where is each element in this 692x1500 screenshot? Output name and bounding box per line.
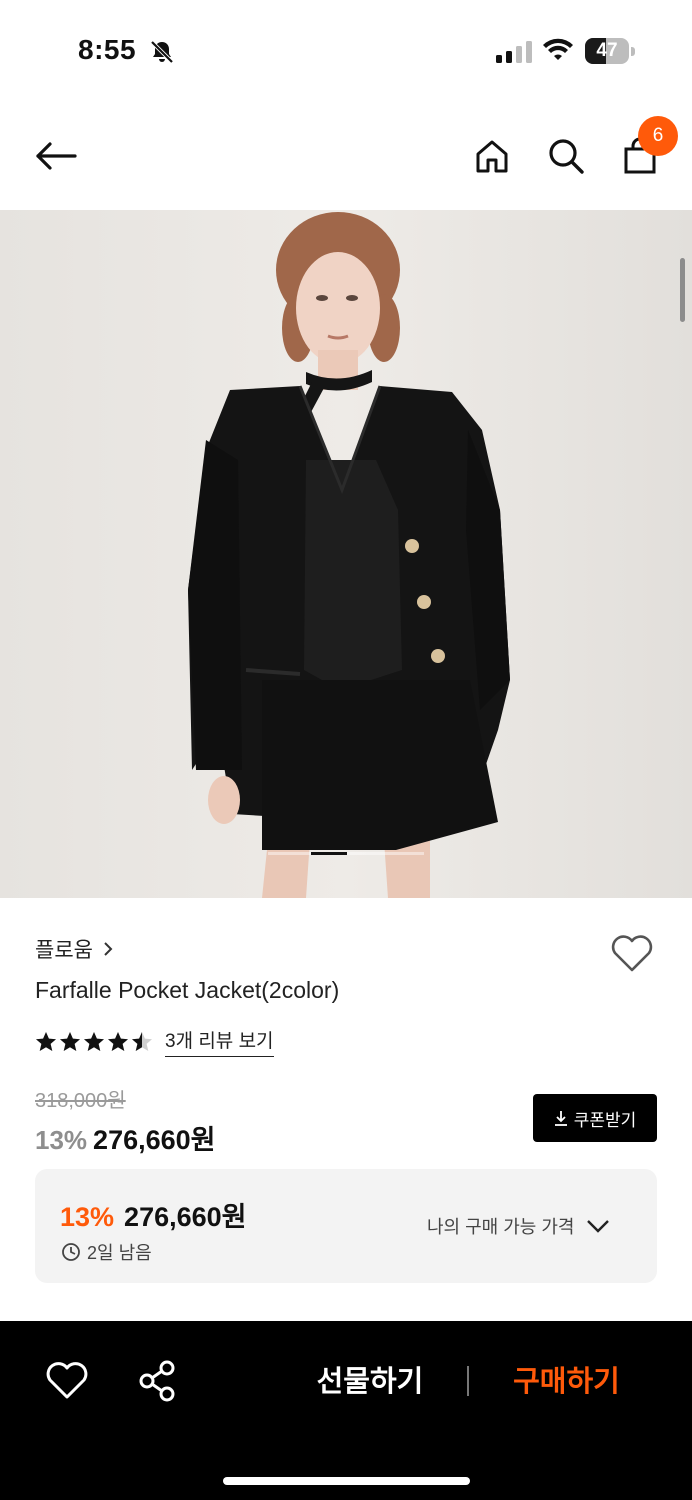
product-title: Farfalle Pocket Jacket(2color)	[35, 977, 340, 1003]
original-price: 318,000원	[35, 1090, 126, 1112]
gift-button[interactable]: 선물하기	[300, 1361, 440, 1403]
chevron-down-icon	[587, 1220, 610, 1233]
product-image[interactable]	[0, 210, 692, 898]
brand-link[interactable]: 플로움	[35, 934, 113, 964]
cellular-signal-icon	[496, 41, 532, 63]
home-button[interactable]	[468, 132, 516, 180]
review-link[interactable]: 3개 리뷰 보기	[165, 1026, 274, 1057]
page-scrollbar[interactable]	[680, 258, 685, 322]
heart-icon	[611, 935, 653, 972]
cart-count-badge: 6	[638, 116, 678, 156]
status-bar: 8:55 47	[0, 0, 692, 100]
heart-icon	[46, 1362, 88, 1399]
star-icon	[108, 1031, 128, 1051]
brand-name: 플로움	[35, 939, 93, 962]
time-left-text: 2일 남음	[87, 1243, 152, 1263]
rating-stars	[35, 1031, 153, 1053]
bottom-wishlist-button[interactable]	[44, 1359, 90, 1403]
image-pagination-indicator	[311, 852, 347, 855]
time-left: 2일 남음	[61, 1239, 152, 1265]
my-price-label: 나의 구매 가능 가격	[427, 1217, 575, 1237]
discount-rate: 13%	[35, 1125, 88, 1155]
bell-off-icon	[150, 40, 174, 64]
share-button[interactable]	[136, 1359, 180, 1403]
star-icon	[84, 1031, 104, 1051]
best-price-panel[interactable]: 13% 276,660원 2일 남음 나의 구매 가능 가격	[35, 1169, 657, 1283]
chevron-right-icon	[104, 942, 113, 956]
search-icon	[549, 139, 584, 174]
coupon-button[interactable]: 쿠폰받기	[533, 1094, 657, 1142]
download-icon	[554, 1111, 567, 1126]
best-price: 276,660원	[124, 1202, 247, 1232]
star-icon	[60, 1031, 80, 1051]
coupon-label: 쿠폰받기	[573, 1110, 637, 1130]
button-divider	[467, 1366, 469, 1396]
battery-icon: 47	[585, 38, 635, 64]
home-indicator[interactable]	[223, 1477, 470, 1485]
back-button[interactable]	[32, 132, 80, 180]
price-row: 13% 276,660원	[35, 1118, 216, 1157]
sale-price: 276,660원	[93, 1125, 216, 1155]
bottom-action-bar: 선물하기 구매하기	[0, 1321, 692, 1500]
share-icon	[139, 1360, 175, 1402]
top-nav	[0, 110, 692, 206]
status-time: 8:55	[78, 34, 137, 65]
back-arrow-icon	[36, 142, 77, 170]
best-discount-rate: 13%	[60, 1202, 115, 1232]
product-photo	[0, 210, 692, 898]
buy-button[interactable]: 구매하기	[494, 1361, 639, 1403]
star-icon	[36, 1031, 56, 1051]
clock-icon	[62, 1243, 80, 1261]
my-price-toggle[interactable]: 나의 구매 가능 가격	[427, 1213, 610, 1239]
battery-percent: 47	[596, 40, 618, 61]
wishlist-button[interactable]	[610, 934, 654, 974]
home-icon	[476, 140, 508, 173]
search-button[interactable]	[542, 132, 590, 180]
wifi-icon	[543, 38, 573, 60]
star-icon	[132, 1031, 152, 1051]
best-price-row: 13% 276,660원	[60, 1195, 247, 1234]
rating-row: 3개 리뷰 보기	[35, 1026, 274, 1057]
